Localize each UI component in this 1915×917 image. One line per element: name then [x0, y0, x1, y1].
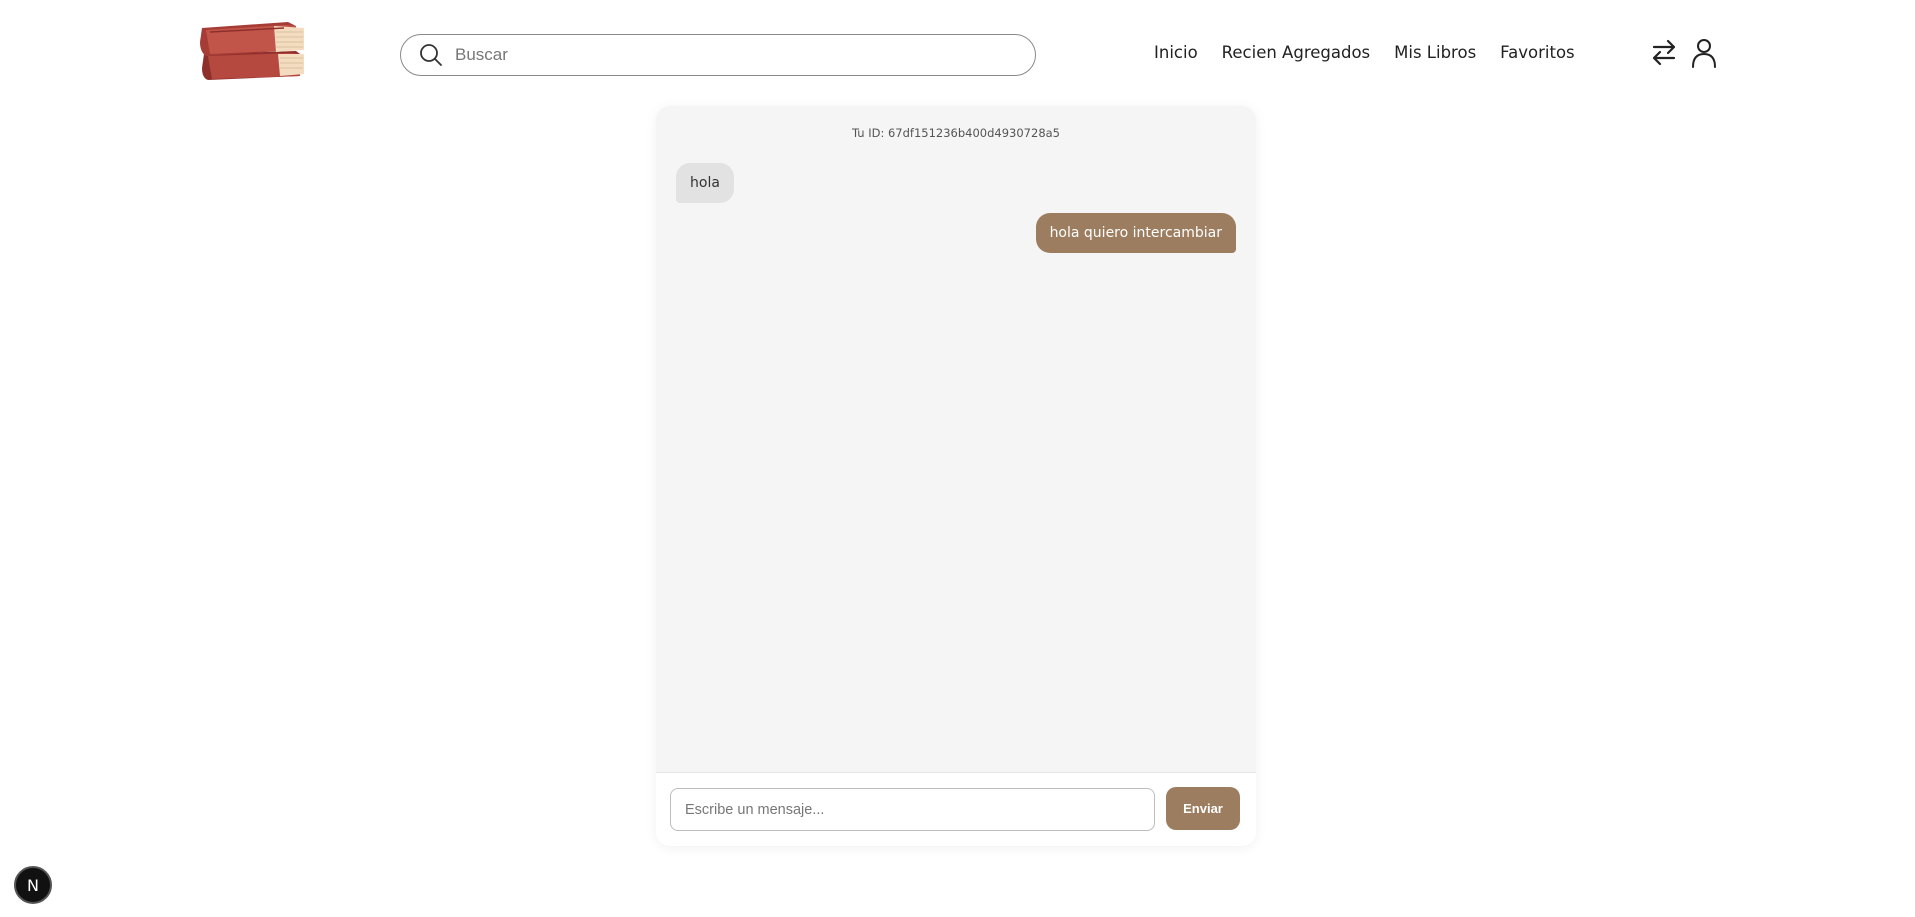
chat-composer: Enviar [656, 773, 1256, 846]
user-id-label: Tu ID: 67df151236b400d4930728a5 [851, 126, 1060, 140]
main-nav: Inicio Recien Agregados Mis Libros Favor… [1154, 43, 1575, 62]
search-icon[interactable] [419, 43, 443, 67]
nav-link-recien-agregados[interactable]: Recien Agregados [1222, 43, 1370, 62]
send-button[interactable]: Enviar [1166, 787, 1240, 830]
message-received: hola [676, 163, 734, 203]
next-dev-badge[interactable]: N [14, 866, 52, 904]
message-input[interactable] [670, 788, 1155, 831]
chat-window: Tu ID: 67df151236b400d4930728a5 hola hol… [656, 106, 1256, 846]
search-bar[interactable] [400, 34, 1036, 76]
books-logo-icon[interactable] [200, 18, 310, 84]
nav-link-mis-libros[interactable]: Mis Libros [1394, 43, 1476, 62]
nav-link-favoritos[interactable]: Favoritos [1500, 43, 1574, 62]
header-actions [1650, 36, 1718, 68]
chat-messages[interactable]: Tu ID: 67df151236b400d4930728a5 hola hol… [656, 106, 1256, 773]
message-sent: hola quiero intercambiar [1035, 213, 1236, 253]
search-input[interactable] [453, 44, 1013, 66]
site-header: Inicio Recien Agregados Mis Libros Favor… [0, 0, 1915, 105]
exchange-icon[interactable] [1650, 36, 1678, 68]
nav-link-inicio[interactable]: Inicio [1154, 43, 1198, 62]
user-icon[interactable] [1690, 36, 1718, 68]
